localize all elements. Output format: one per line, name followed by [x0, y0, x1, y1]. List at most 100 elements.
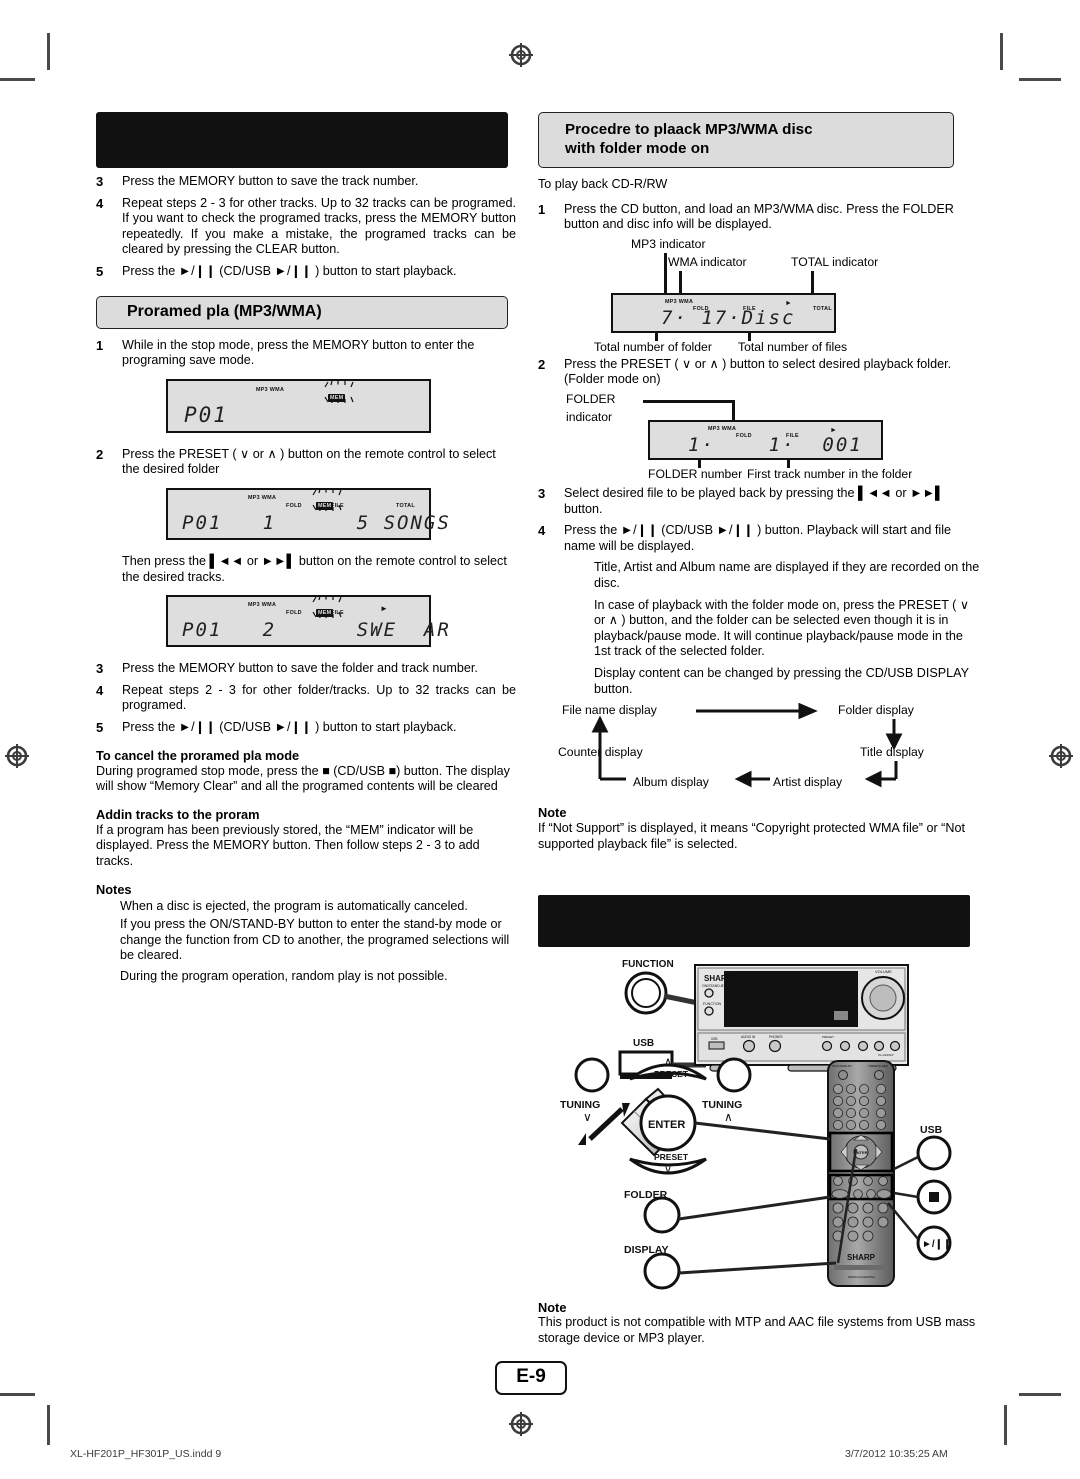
lcd-indicator-mp3-wma: MP3 WMA	[708, 425, 737, 432]
svg-text:FUNCTION: FUNCTION	[703, 1002, 722, 1006]
usb-button-callout	[916, 1135, 952, 1171]
notes-title: Notes	[96, 882, 132, 898]
step-number: 1	[538, 201, 546, 217]
power-button	[704, 988, 714, 998]
registration-target-right	[1048, 743, 1074, 769]
step-text: Repeat steps 2 - 3 for other tracks. Up …	[122, 195, 516, 257]
tuning-up-label: TUNING	[702, 1099, 742, 1111]
stereo-unit: SHARP ON/STAND-BY FUNCTION VOLUME USB AU…	[694, 964, 909, 1072]
step-text: Press the ►/❙❙ (CD/USB ►/❙❙ ) button. Pl…	[564, 523, 951, 553]
lcd-indicator-fold: FOLD	[286, 502, 302, 509]
step-number: 2	[538, 356, 546, 372]
lcd-indicator-mp3-wma: MP3 WMA	[248, 494, 277, 501]
step-number: 4	[538, 523, 546, 539]
registration-target-bottom	[508, 1411, 534, 1437]
function-label: FUNCTION	[622, 959, 674, 970]
lcd-indicator-mp3-wma: MP3 WMA	[248, 602, 277, 609]
enter-label: ENTER	[648, 1119, 685, 1131]
lcd-segment-text: P01	[184, 402, 228, 427]
callout-line-folder-v	[732, 399, 735, 422]
step-number: 2	[96, 446, 104, 462]
brand-label: SHARP	[704, 974, 733, 983]
lcd-indicator-fold: FOLD	[286, 610, 302, 617]
left-column: 3 Press the MEMORY button to save the tr…	[96, 112, 516, 984]
footer-timestamp: 3/7/2012 10:35:25 AM	[845, 1448, 948, 1460]
list-item: 5 Press the ►/❙❙ (CD/USB ►/❙❙ ) button t…	[96, 264, 516, 280]
step-text: Press the MEMORY button to save the fold…	[122, 661, 478, 676]
callout-line-total	[811, 270, 814, 293]
svg-text:∨: ∨	[583, 1110, 592, 1124]
right-column: Procedre to plaack MP3/WMA disc with fol…	[538, 112, 982, 852]
crop-mark-br-h	[1019, 1393, 1061, 1396]
tuning-down-callout	[574, 1057, 610, 1093]
list-item: 4 Press the ►/❙❙ (CD/USB ►/❙❙ ) button. …	[538, 523, 982, 554]
lcd-segment-text: 7· 17·Disc	[661, 306, 796, 329]
step-number: 4	[96, 682, 104, 698]
notes-list: When a disc is ejected, the program is a…	[96, 899, 516, 984]
usb-port-label: USB	[633, 1038, 654, 1049]
callout-total-indicator: TOTAL indicator	[791, 254, 879, 269]
list-item: During the program operation, random pla…	[120, 968, 448, 983]
folder-callout	[643, 1196, 681, 1234]
step-text: Press the PRESET ( ∨ or ∧ ) button to se…	[564, 356, 952, 387]
lcd-indicator-mem-blinking: MEM	[324, 380, 354, 404]
crop-mark-bl-v	[47, 1405, 50, 1445]
section-heading-line-2: with folder mode on	[565, 140, 710, 157]
adding-tracks-title: Addin tracks to the proram	[96, 806, 260, 822]
list-item: 3 Select desired file to be played back …	[538, 486, 982, 517]
step-text: Select desired file to be played back by…	[564, 485, 944, 516]
crop-mark-tl-h	[0, 78, 35, 81]
list-item: 3 Press the MEMORY button to save the tr…	[96, 174, 516, 190]
step-text: Press the ►/❙❙ (CD/USB ►/❙❙ ) button to …	[122, 263, 457, 278]
play-pause-icon: ►/❙❙	[922, 1239, 951, 1250]
step-number: 3	[96, 661, 104, 677]
callout-folder-indicator-line2: indicator	[566, 409, 613, 424]
bullet-title-artist-album: Title, Artist and Album name are display…	[594, 560, 980, 590]
step-number: 3	[538, 485, 546, 501]
callout-mp3-indicator: MP3 indicator	[631, 236, 706, 251]
note-title-not-support: Note	[538, 805, 567, 821]
callout-first-track-number: First track number in the folder	[747, 466, 913, 481]
top-steps-list: 3 Press the MEMORY button to save the tr…	[96, 174, 516, 280]
svg-text:PHONES: PHONES	[769, 1035, 782, 1039]
lcd-indicator-mp3-wma: MP3 WMA	[256, 386, 285, 393]
callout-line-mp3	[664, 252, 667, 293]
list-item: 1 While in the stop mode, press the MEMO…	[96, 338, 516, 369]
callout-wma-indicator: WMA indicator	[668, 254, 747, 269]
masked-heading-left	[96, 112, 508, 168]
tuning-down-label: TUNING	[560, 1099, 600, 1111]
svg-text:PRESET: PRESET	[822, 1035, 834, 1039]
bottom-note-body: This product is not compatible with MTP …	[538, 1315, 976, 1345]
lcd-indicator-total: TOTAL	[396, 502, 415, 509]
between-tracks-text: Then press the ▌◄◄ or ►►▌ button on the …	[122, 553, 507, 584]
crop-mark-br-v	[1004, 1405, 1007, 1445]
lcd-indicator-file: FILE	[331, 502, 344, 509]
lcd-indicator-play: ►	[830, 426, 838, 434]
step-text: While in the stop mode, press the MEMORY…	[122, 337, 475, 368]
list-item: 1 Press the CD button, and load an MP3/W…	[538, 202, 982, 233]
list-item: 2 Press the PRESET ( ∨ or ∧ ) button to …	[538, 357, 982, 388]
lcd-display-program-number: MP3 WMA MEM P01	[166, 378, 431, 433]
callout-total-files: Total number of files	[738, 339, 848, 354]
svg-text:ON/STAND-BY: ON/STAND-BY	[832, 1064, 852, 1068]
registration-target-left	[4, 743, 30, 769]
svg-text:XL-HF201P: XL-HF201P	[878, 1053, 894, 1057]
tuning-up-callout	[716, 1057, 752, 1093]
step-number: 4	[96, 195, 104, 211]
lcd-display-program-folder-songs: MP3 WMA FOLD MEM FILE TOTAL P01 1 5 SONG…	[166, 487, 449, 540]
callout-folder-indicator-line1: FOLDER	[566, 391, 616, 406]
list-item: 2 Press the PRESET ( ∨ or ∧ ) button on …	[96, 447, 516, 478]
section-heading-programed-play: Proramed pla (MP3/WMA)	[96, 295, 508, 329]
stop-icon	[929, 1192, 939, 1202]
svg-text:VOLUME: VOLUME	[875, 969, 892, 974]
note-body-not-support: If “Not Support” is displayed, it means …	[538, 821, 965, 851]
masked-heading-right	[538, 895, 970, 947]
page-number-badge: E-9	[495, 1361, 567, 1395]
function-callout-line	[663, 993, 699, 1006]
lcd-segment-text: P01 2 SWE AR	[182, 619, 451, 642]
list-item: 5 Press the ►/❙❙ (CD/USB ►/❙❙ ) button t…	[96, 720, 516, 736]
bullet-folder-mode-preset: In case of playback with the folder mode…	[594, 597, 970, 659]
crop-mark-tl-v	[47, 33, 50, 70]
lcd-indicator-mp3-wma: MP3 WMA	[665, 298, 694, 305]
list-item: If you press the ON/STAND-BY button to e…	[120, 917, 510, 963]
